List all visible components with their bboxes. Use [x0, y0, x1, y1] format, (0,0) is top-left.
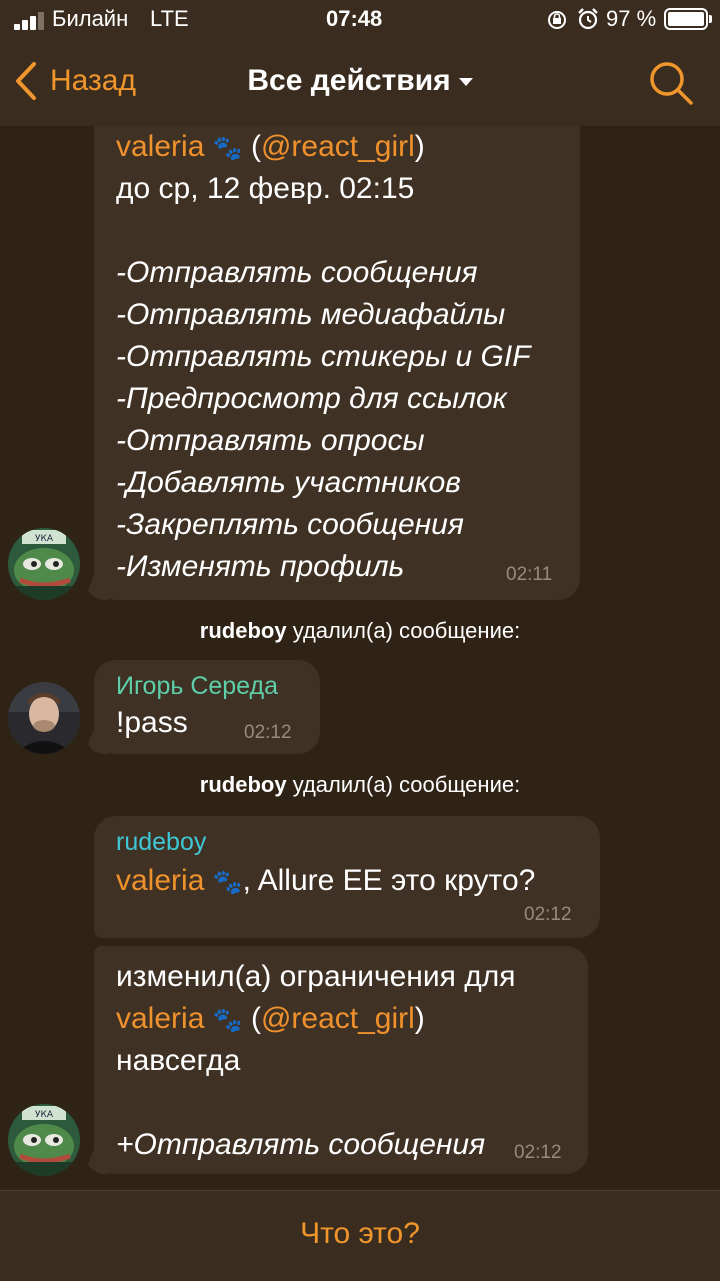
restriction-item: +Отправлять сообщения — [116, 1128, 486, 1161]
message-text-line: valeria 🐾, Allure EE это круто? — [116, 864, 535, 898]
actor-name[interactable]: rudeboy — [200, 772, 287, 797]
user-mention-link[interactable]: valeria — [116, 1002, 204, 1035]
alarm-icon — [578, 8, 598, 30]
battery-icon — [664, 8, 708, 30]
user-mention-link[interactable]: valeria — [116, 130, 204, 163]
restriction-item: -Отправлять медиафайлы — [116, 298, 506, 331]
user-photo-icon — [8, 682, 80, 754]
restriction-item: -Отправлять опросы — [116, 424, 425, 457]
restriction-item: -Предпросмотр для ссылок — [116, 382, 507, 415]
message-bubble-restrictions[interactable]: valeria 🐾 (@react_girl) до ср, 12 февр. … — [94, 126, 580, 600]
avatar[interactable] — [8, 682, 80, 754]
network-label: LTE — [150, 6, 189, 31]
avatar[interactable]: УКА — [8, 1104, 80, 1176]
caret-down-icon — [458, 78, 473, 87]
clock: 07:48 — [326, 6, 383, 31]
restricted-user-line: valeria 🐾 (@react_girl) — [116, 130, 425, 163]
restriction-item: -Отправлять стикеры и GIF — [116, 340, 531, 373]
user-handle-link[interactable]: @react_girl — [261, 1002, 415, 1035]
battery-percent: 97 % — [606, 6, 657, 31]
signal-icon — [14, 10, 52, 30]
system-message: rudeboy удалил(а) сообщение: — [0, 772, 720, 798]
system-action-text: удалил(а) сообщение: — [292, 618, 521, 643]
actor-name[interactable]: rudeboy — [200, 618, 287, 643]
chat-area[interactable]: valeria 🐾 (@react_girl) до ср, 12 февр. … — [0, 126, 720, 1190]
sender-name[interactable]: rudeboy — [116, 828, 206, 857]
restriction-until: до ср, 12 февр. 02:15 — [116, 172, 415, 205]
restriction-item: -Закреплять сообщения — [116, 508, 464, 541]
restriction-item: -Добавлять участников — [116, 466, 461, 499]
message-time: 02:12 — [524, 904, 572, 925]
status-bar: Билайн LTE 07:48 97 % — [0, 0, 720, 40]
search-icon[interactable] — [648, 60, 694, 106]
page-title: Все действия — [247, 64, 451, 97]
paw-icon: 🐾 — [212, 869, 243, 896]
paw-icon: 🐾 — [212, 135, 243, 162]
nav-bar: Назад Все действия — [0, 40, 720, 126]
message-bubble[interactable]: rudeboy valeria 🐾, Allure EE это круто? … — [94, 816, 600, 938]
filter-title-dropdown[interactable]: Все действия — [0, 64, 720, 98]
message-time: 02:12 — [244, 722, 292, 743]
user-mention-link[interactable]: valeria — [116, 864, 204, 897]
carrier-label: Билайн — [52, 6, 129, 31]
bottom-bar: Что это? — [0, 1190, 720, 1281]
restriction-item: -Изменять профиль — [116, 550, 405, 583]
svg-text:УКА: УКА — [35, 1110, 54, 1120]
orientation-lock-icon — [548, 11, 566, 29]
message-text: навсегда — [116, 1044, 241, 1077]
paw-icon: 🐾 — [212, 1007, 243, 1034]
message-text: !pass — [116, 706, 188, 739]
message-time: 02:12 — [514, 1142, 562, 1163]
message-bubble[interactable]: Игорь Середа !pass 02:12 — [94, 660, 320, 754]
restriction-item: -Отправлять сообщения — [116, 256, 478, 289]
message-text: изменил(а) ограничения для — [116, 960, 516, 993]
system-action-text: удалил(а) сообщение: — [292, 772, 521, 797]
sender-name[interactable]: Игорь Середа — [116, 672, 278, 701]
system-message: rudeboy удалил(а) сообщение: — [0, 618, 720, 644]
message-bubble-restriction-change[interactable]: изменил(а) ограничения для valeria 🐾 (@r… — [94, 946, 588, 1174]
restricted-user-line: valeria 🐾 (@react_girl) — [116, 1002, 425, 1035]
pepe-avatar-icon: УКА — [8, 1104, 80, 1176]
message-text: , Allure EE это круто? — [242, 864, 536, 897]
svg-text:УКА: УКА — [35, 534, 54, 544]
user-handle-link[interactable]: @react_girl — [261, 130, 415, 163]
avatar[interactable]: УКА — [8, 528, 80, 600]
what-is-this-button[interactable]: Что это? — [0, 1217, 720, 1251]
pepe-avatar-icon: УКА — [8, 528, 80, 600]
message-time: 02:11 — [506, 564, 553, 585]
